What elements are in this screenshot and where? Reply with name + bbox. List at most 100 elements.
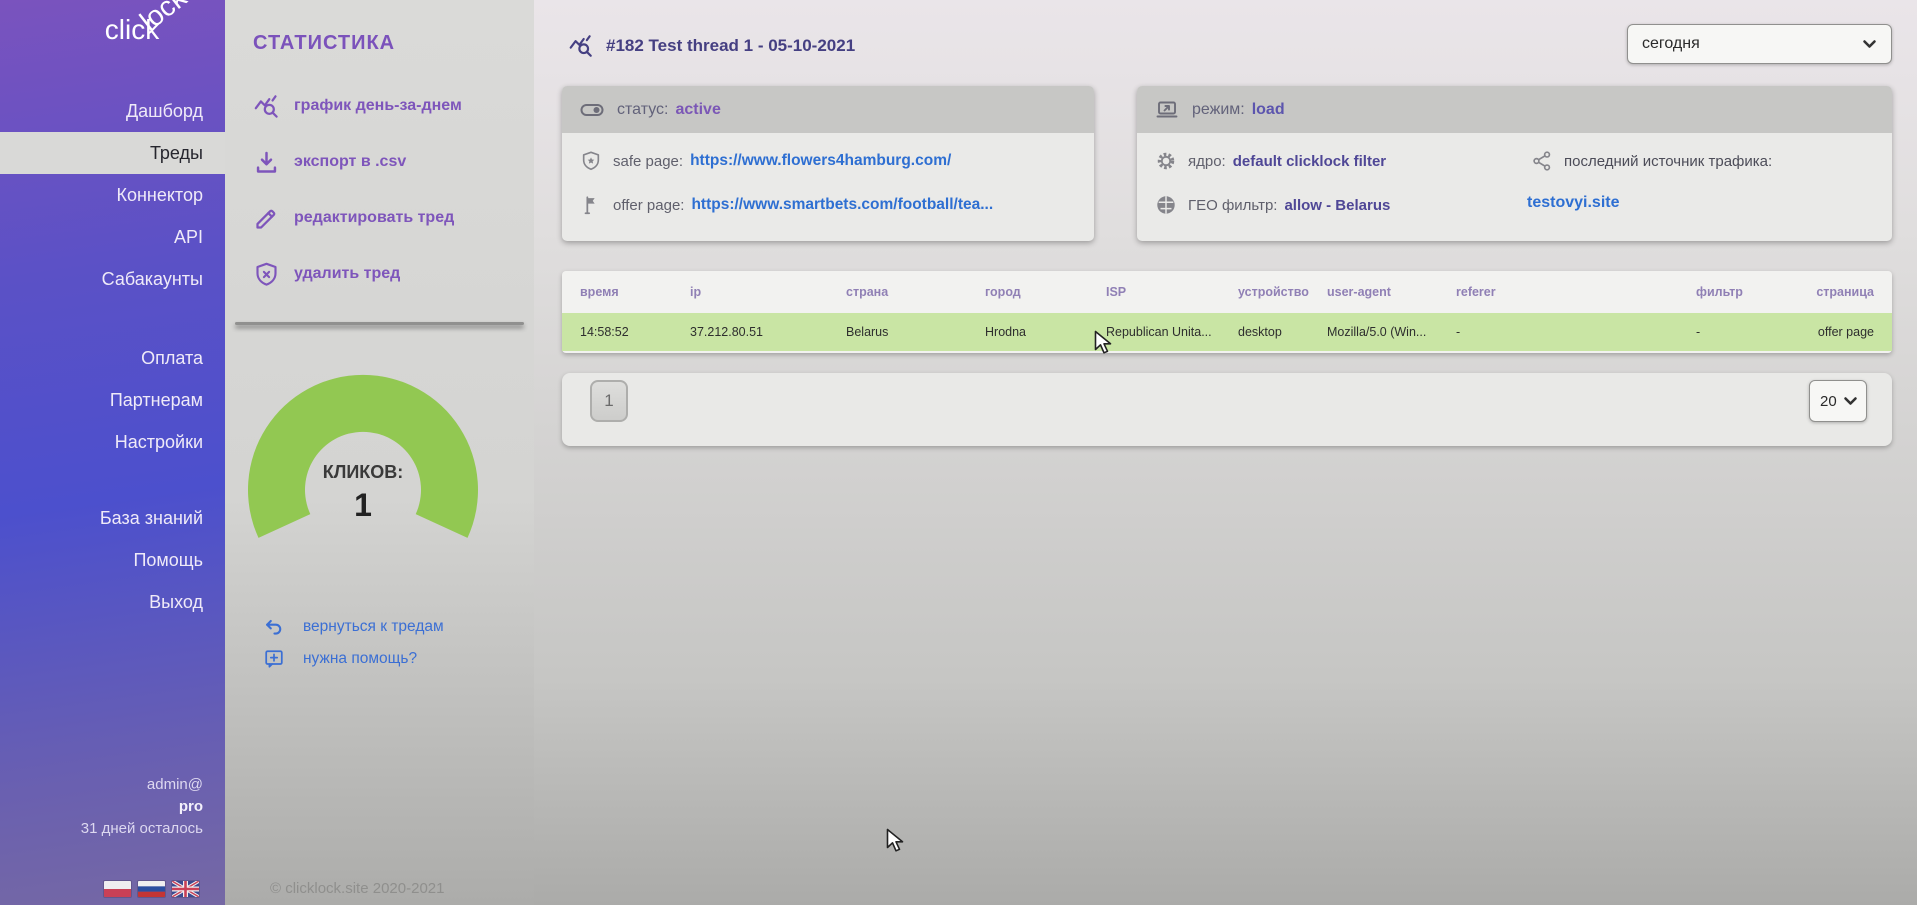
pagination-bar: 1 20 (562, 373, 1892, 446)
action-label: редактировать тред (294, 209, 454, 227)
page-title: #182 Test thread 1 - 05-10-2021 (568, 33, 855, 59)
col-header-time: время (562, 271, 672, 313)
globe-icon (1155, 194, 1177, 216)
statistics-title: СТАТИСТИКА (253, 32, 395, 55)
offer-page-label: offer page: (613, 197, 684, 214)
clicklock-logo[interactable]: clicklock (105, 14, 209, 46)
col-header-user-agent: user-agent (1309, 271, 1438, 313)
sidebar-item-connector[interactable]: Коннектор (0, 174, 225, 216)
sidebar-item-help[interactable]: Помощь (0, 539, 225, 581)
col-header-referer: referer (1438, 271, 1678, 313)
sidebar-item-payment[interactable]: Оплата (0, 337, 225, 379)
geo-filter-row: ГЕО фильтр: allow - Belarus (1155, 194, 1390, 216)
cell-time: 14:58:52 (562, 313, 672, 351)
thread-title-text: #182 Test thread 1 - 05-10-2021 (606, 36, 855, 56)
statistics-panel: СТАТИСТИКА график день-за-днем экспорт в… (225, 0, 534, 905)
page-size-select[interactable]: 20 (1809, 380, 1867, 422)
safe-page-row: safe page: https://www.flowers4hamburg.c… (580, 150, 951, 172)
sidebar: clicklock Дашборд Треды Коннектор API Са… (0, 0, 225, 905)
undo-icon (263, 616, 285, 638)
cell-user-agent: Mozilla/5.0 (Win... (1309, 313, 1438, 351)
cell-country: Belarus (828, 313, 967, 351)
table-header-row: время ip страна город ISP устройство use… (562, 271, 1892, 313)
col-header-country: страна (828, 271, 967, 313)
offer-page-link[interactable]: https://www.smartbets.com/football/tea..… (691, 196, 993, 214)
last-traffic-source-row: последний источник трафика: (1531, 150, 1772, 172)
sidebar-item-api[interactable]: API (0, 216, 225, 258)
page-size-value: 20 (1820, 393, 1837, 410)
cell-page: offer page (1788, 313, 1892, 351)
col-header-page: страница (1788, 271, 1892, 313)
status-box: статус: active safe page: https://www.fl… (562, 86, 1094, 241)
period-select-value: сегодня (1642, 35, 1700, 53)
delete-thread-button[interactable]: удалить тред (225, 246, 534, 302)
traffic-source-link-row: testovyi.site (1527, 194, 1619, 212)
core-label: ядро: (1188, 153, 1226, 170)
safe-page-link[interactable]: https://www.flowers4hamburg.com/ (690, 152, 951, 170)
col-header-ip: ip (672, 271, 828, 313)
safe-page-label: safe page: (613, 153, 683, 170)
cell-referer: - (1438, 313, 1678, 351)
geo-filter-label: ГЕО фильтр: (1188, 197, 1277, 214)
status-label: статус: (617, 101, 668, 119)
back-to-threads-link[interactable]: вернуться к тредам (263, 616, 444, 638)
link-label: нужна помощь? (303, 650, 417, 668)
flag-icon (580, 194, 602, 216)
mode-value: load (1252, 101, 1285, 119)
main-content: #182 Test thread 1 - 05-10-2021 сегодня … (534, 0, 1917, 905)
chart-search-icon (253, 93, 280, 120)
core-row: ядро: default clicklock filter (1155, 150, 1386, 172)
page-1-button[interactable]: 1 (590, 380, 628, 422)
chart-day-by-day-button[interactable]: график день-за-днем (225, 78, 534, 134)
clicks-table: время ip страна город ISP устройство use… (562, 271, 1892, 353)
col-header-filter: фильтр (1678, 271, 1788, 313)
sidebar-item-threads[interactable]: Треды (0, 132, 225, 174)
gauge-label: КЛИКОВ: (245, 462, 481, 483)
cell-city: Hrodna (967, 313, 1088, 351)
action-label: экспорт в .csv (294, 153, 406, 171)
russia-flag[interactable] (138, 881, 165, 897)
status-value: active (675, 101, 720, 119)
poland-flag[interactable] (104, 881, 131, 897)
download-icon (253, 149, 280, 176)
sidebar-item-logout[interactable]: Выход (0, 581, 225, 623)
mode-box: режим: load ядро: default clicklock filt… (1137, 86, 1892, 241)
share-icon (1531, 150, 1553, 172)
thread-actions: график день-за-днем экспорт в .csv редак… (225, 78, 534, 302)
export-csv-button[interactable]: экспорт в .csv (225, 134, 534, 190)
account-info: admin@ pro 31 дней осталось (81, 774, 203, 840)
cell-filter: - (1678, 313, 1788, 351)
need-help-link[interactable]: нужна помощь? (263, 648, 417, 670)
period-select[interactable]: сегодня (1627, 24, 1892, 64)
copyright-footer: © clicklock.site 2020-2021 (270, 880, 444, 897)
offer-page-row: offer page: https://www.smartbets.com/fo… (580, 194, 993, 216)
uk-flag[interactable] (172, 881, 199, 897)
core-value: default clicklock filter (1233, 153, 1386, 170)
gear-icon (1155, 150, 1177, 172)
language-switcher (104, 881, 199, 897)
col-header-city: город (967, 271, 1088, 313)
action-label: график день-за-днем (294, 97, 462, 115)
traffic-source-link[interactable]: testovyi.site (1527, 194, 1619, 212)
mode-label: режим: (1192, 101, 1245, 119)
sidebar-item-subaccounts[interactable]: Сабакаунты (0, 258, 225, 300)
help-plus-icon (263, 648, 285, 670)
link-label: вернуться к тредам (303, 618, 444, 636)
col-header-device: устройство (1220, 271, 1309, 313)
divider (235, 322, 524, 325)
mode-box-header: режим: load (1137, 86, 1892, 133)
sidebar-item-settings[interactable]: Настройки (0, 421, 225, 463)
chevron-down-icon (1862, 39, 1877, 50)
account-email: admin@ (81, 774, 203, 796)
sidebar-item-knowledge-base[interactable]: База знаний (0, 497, 225, 539)
sidebar-item-partners[interactable]: Партнерам (0, 379, 225, 421)
table-row[interactable]: 14:58:52 37.212.80.51 Belarus Hrodna Rep… (562, 313, 1892, 351)
chevron-down-icon (1843, 396, 1858, 407)
shield-star-icon (580, 150, 602, 172)
sidebar-item-dashboard[interactable]: Дашборд (0, 90, 225, 132)
account-days-left: 31 дней осталось (81, 818, 203, 840)
cell-isp: Republican Unita... (1088, 313, 1220, 351)
edit-thread-button[interactable]: редактировать тред (225, 190, 534, 246)
chart-search-icon (568, 33, 594, 59)
sidebar-menu: Дашборд Треды Коннектор API Сабакаунты О… (0, 90, 225, 623)
